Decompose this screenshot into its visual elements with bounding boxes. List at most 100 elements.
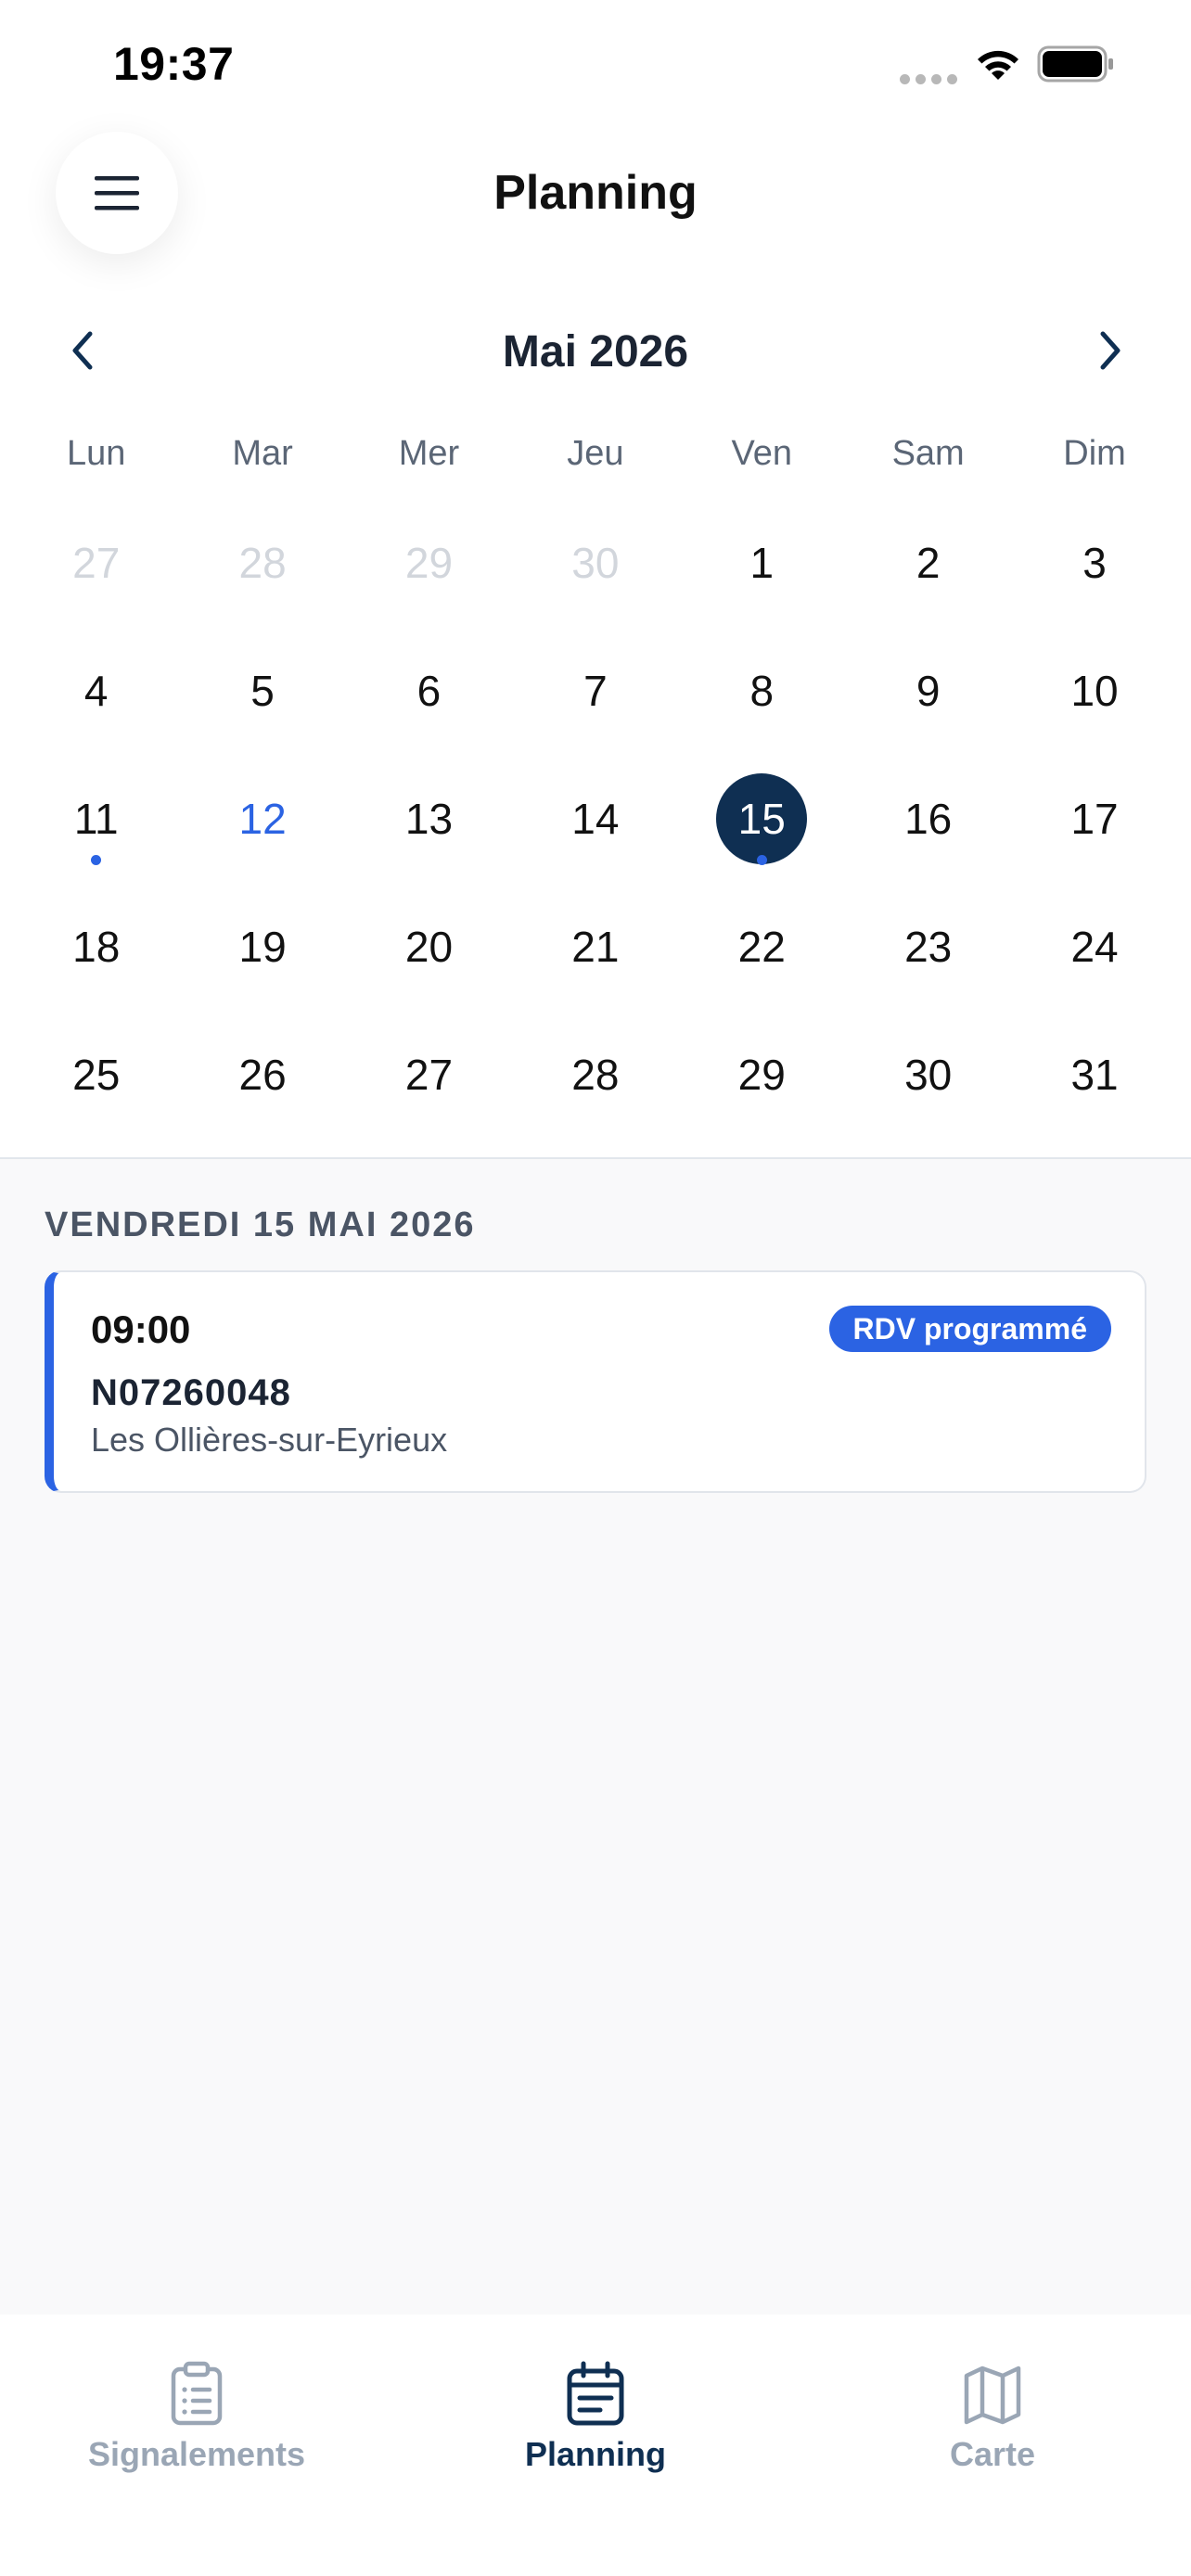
- weekday-label: Mar: [232, 434, 293, 473]
- tab-label: Signalements: [87, 2435, 306, 2473]
- day-number: 6: [416, 667, 442, 715]
- tab-signalements[interactable]: Signalements: [58, 2361, 336, 2474]
- calendar-day[interactable]: 8: [679, 627, 845, 755]
- calendar-day[interactable]: 22: [679, 883, 845, 1011]
- map-icon: [964, 2366, 1021, 2425]
- tab-carte[interactable]: Carte: [853, 2361, 1132, 2474]
- day-number: 28: [238, 539, 287, 587]
- calendar-day[interactable]: 3: [1011, 499, 1177, 627]
- day-number: 11: [73, 795, 119, 843]
- day-number: 25: [72, 1051, 121, 1099]
- calendar-day[interactable]: 30: [512, 499, 678, 627]
- calendar-day[interactable]: 9: [845, 627, 1011, 755]
- day-number: 19: [238, 923, 287, 971]
- cellular-signal-icon: [900, 74, 957, 84]
- calendar-day[interactable]: 23: [845, 883, 1011, 1011]
- calendar-day[interactable]: 6: [346, 627, 512, 755]
- event-card[interactable]: 09:00 RDV programmé N07260048 Les Ollièr…: [45, 1270, 1146, 1493]
- weekday-label: Lun: [66, 434, 126, 473]
- calendar-day[interactable]: 25: [13, 1011, 179, 1139]
- tab-label: Carte: [949, 2435, 1036, 2473]
- day-number: 29: [737, 1051, 786, 1099]
- event-place: Les Ollières-sur-Eyrieux: [91, 1421, 448, 1459]
- calendar-day[interactable]: 5: [179, 627, 345, 755]
- day-number: 28: [571, 1051, 620, 1099]
- calendar-day-selected[interactable]: 15: [679, 755, 845, 883]
- weekday-label: Dim: [1063, 434, 1126, 473]
- weekday-header: Lun Mar Mer Jeu Ven Sam Dim: [13, 434, 1178, 474]
- selected-date-header: VENDREDI 15 MAI 2026: [45, 1205, 476, 1244]
- day-number: 13: [404, 795, 454, 843]
- calendar-day[interactable]: 4: [13, 627, 179, 755]
- day-number: 29: [404, 539, 454, 587]
- calendar-day[interactable]: 2: [845, 499, 1011, 627]
- event-indicator-dot: [91, 855, 102, 865]
- event-reference: N07260048: [91, 1372, 291, 1413]
- day-number: 4: [83, 667, 109, 715]
- calendar-week-row: 11 12 13 14 15 16 17: [13, 755, 1178, 883]
- weekday-label: Ven: [731, 434, 793, 473]
- calendar-day[interactable]: 26: [179, 1011, 345, 1139]
- calendar-week-row: 4 5 6 7 8 9 10: [13, 627, 1178, 755]
- tab-bar: Signalements Planning Carte: [0, 2315, 1191, 2576]
- day-number: 2: [916, 539, 941, 587]
- day-number: 7: [583, 667, 608, 715]
- calendar-day[interactable]: 27: [13, 499, 179, 627]
- calendar-day[interactable]: 27: [346, 1011, 512, 1139]
- calendar-day[interactable]: 18: [13, 883, 179, 1011]
- day-number: 24: [1070, 923, 1119, 971]
- day-number: 14: [571, 795, 620, 843]
- calendar-week-row: 27 28 29 30 1 2 3: [13, 499, 1178, 627]
- calendar-day[interactable]: 13: [346, 755, 512, 883]
- day-number: 23: [904, 923, 953, 971]
- weekday-label: Jeu: [567, 434, 624, 473]
- calendar-day[interactable]: 29: [346, 499, 512, 627]
- calendar-day[interactable]: 28: [179, 499, 345, 627]
- calendar-day[interactable]: 11: [13, 755, 179, 883]
- day-number: 27: [404, 1051, 454, 1099]
- calendar-day[interactable]: 17: [1011, 755, 1177, 883]
- day-number: 3: [1082, 539, 1107, 587]
- calendar-day[interactable]: 21: [512, 883, 678, 1011]
- planning-screen: 19:37 Planning Mai 2026 Lun Mar Mer Jeu …: [0, 0, 1191, 2576]
- day-number: 30: [571, 539, 620, 587]
- calendar-day[interactable]: 24: [1011, 883, 1177, 1011]
- status-bar: 19:37: [0, 0, 1191, 130]
- calendar-day[interactable]: 31: [1011, 1011, 1177, 1139]
- page-title: Planning: [493, 166, 698, 220]
- clipboard-list-icon: [171, 2361, 223, 2426]
- day-number: 31: [1070, 1051, 1119, 1099]
- calendar-day[interactable]: 14: [512, 755, 678, 883]
- tab-planning[interactable]: Planning: [456, 2361, 735, 2474]
- day-number: 9: [916, 667, 941, 715]
- tab-label: Planning: [525, 2435, 666, 2473]
- wifi-icon: [978, 50, 1018, 80]
- calendar-week-row: 25 26 27 28 29 30 31: [13, 1011, 1178, 1139]
- calendar-day[interactable]: 28: [512, 1011, 678, 1139]
- day-number: 21: [571, 923, 620, 971]
- day-number: 27: [72, 539, 121, 587]
- calendar-day[interactable]: 7: [512, 627, 678, 755]
- calendar-day[interactable]: 19: [179, 883, 345, 1011]
- day-number: 18: [72, 923, 121, 971]
- day-number: 15: [737, 795, 786, 843]
- day-number: 16: [904, 795, 953, 843]
- calendar-day[interactable]: 10: [1011, 627, 1177, 755]
- day-number: 30: [904, 1051, 953, 1099]
- status-time: 19:37: [113, 38, 235, 90]
- calendar-day[interactable]: 16: [845, 755, 1011, 883]
- day-number: 10: [1070, 667, 1119, 715]
- calendar-week-row: 18 19 20 21 22 23 24: [13, 883, 1178, 1011]
- calendar-day[interactable]: 1: [679, 499, 845, 627]
- day-number: 17: [1070, 795, 1119, 843]
- month-title: Mai 2026: [502, 327, 689, 376]
- calendar-day-today[interactable]: 12: [179, 755, 345, 883]
- calendar-day[interactable]: 30: [845, 1011, 1011, 1139]
- day-number: 5: [250, 667, 275, 715]
- agenda-section: VENDREDI 15 MAI 2026 09:00 RDV programmé…: [0, 1157, 1191, 2315]
- calendar-day[interactable]: 29: [679, 1011, 845, 1139]
- calendar-day[interactable]: 20: [346, 883, 512, 1011]
- day-number: 1: [749, 539, 775, 587]
- next-month-button[interactable]: [1083, 323, 1139, 378]
- day-number: 22: [737, 923, 786, 971]
